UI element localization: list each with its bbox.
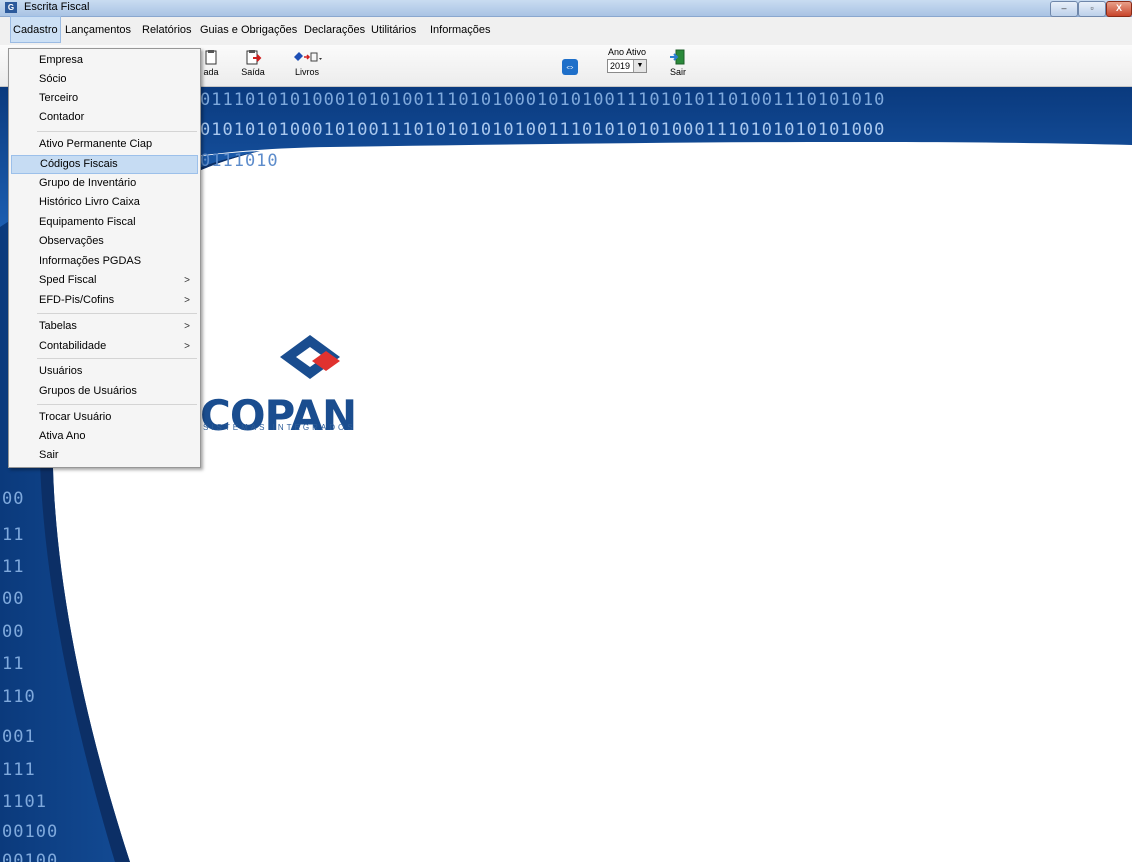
binary-left-1: 11 bbox=[2, 525, 25, 545]
livros-button[interactable]: Livros bbox=[282, 45, 332, 85]
menu-separator bbox=[37, 404, 197, 405]
menu-item-informacoes-pgdas[interactable]: Informações PGDAS bbox=[11, 252, 198, 271]
menu-item-contador[interactable]: Contador bbox=[11, 108, 198, 127]
menu-item-label: Sair bbox=[39, 449, 59, 461]
chevron-right-icon: > bbox=[184, 295, 190, 306]
ano-ativo-select[interactable]: 2019 ▼ bbox=[607, 59, 647, 73]
menu-item-equipamento-fiscal[interactable]: Equipamento Fiscal bbox=[11, 213, 198, 232]
menu-separator bbox=[37, 313, 197, 314]
binary-left-4: 00 bbox=[2, 622, 25, 642]
menu-item-label: Grupos de Usuários bbox=[39, 385, 137, 397]
menu-item-label: Sócio bbox=[39, 73, 67, 85]
menu-item-label: Contabilidade bbox=[39, 340, 107, 352]
window-title: Escrita Fiscal bbox=[24, 1, 90, 13]
ano-ativo-label: Ano Ativo bbox=[607, 47, 647, 57]
clipboard-out-icon bbox=[246, 50, 262, 65]
binary-left-2: 11 bbox=[2, 557, 25, 577]
saida-label: Saída bbox=[241, 67, 265, 77]
menu-informacoes[interactable]: Informações bbox=[428, 17, 493, 44]
menu-item-label: Trocar Usuário bbox=[39, 411, 112, 423]
menu-item-label: Códigos Fiscais bbox=[40, 158, 118, 170]
menu-item-ativa-ano[interactable]: Ativa Ano bbox=[11, 427, 198, 446]
binary-row-1: 0111010101000101010011101010001010100111… bbox=[200, 90, 886, 110]
cadastro-dropdown-menu: Empresa Sócio Terceiro Contador Ativo Pe… bbox=[8, 48, 201, 468]
menu-item-grupos-usuarios[interactable]: Grupos de Usuários bbox=[11, 382, 198, 401]
menu-item-label: Empresa bbox=[39, 54, 84, 66]
saida-button[interactable]: Saída bbox=[236, 45, 270, 85]
menu-lancamentos[interactable]: Lançamentos bbox=[63, 17, 133, 44]
close-button[interactable]: X bbox=[1106, 1, 1132, 17]
binary-left-9: 1101 bbox=[2, 792, 47, 812]
menu-item-label: Usuários bbox=[39, 365, 83, 377]
menu-utilitarios[interactable]: Utilitários bbox=[369, 17, 418, 44]
livros-label: Livros bbox=[294, 67, 319, 77]
sair-toolbar-label: Sair bbox=[669, 67, 686, 77]
menu-item-trocar-usuario[interactable]: Trocar Usuário bbox=[11, 408, 198, 427]
binary-left-7: 001 bbox=[2, 727, 36, 747]
binary-left-3: 00 bbox=[2, 589, 25, 609]
menu-item-tabelas[interactable]: Tabelas > bbox=[11, 317, 198, 336]
chevron-right-icon: > bbox=[184, 321, 190, 332]
logo-subtitle: SISTEMAS INTEGRADOS bbox=[203, 423, 356, 432]
binary-left-11: 00100 bbox=[2, 851, 59, 862]
menu-item-label: EFD-Pis/Cofins bbox=[39, 294, 115, 306]
menu-item-efd-pis-cofins[interactable]: EFD-Pis/Cofins > bbox=[11, 291, 198, 310]
menu-item-label: Sped Fiscal bbox=[39, 274, 97, 286]
binary-left-5: 11 bbox=[2, 654, 25, 674]
menu-item-label: Observações bbox=[39, 235, 104, 247]
menu-item-label: Grupo de Inventário bbox=[39, 177, 137, 189]
logo-word: COPAN bbox=[200, 391, 357, 440]
binary-left-10: 00100 bbox=[2, 822, 59, 842]
menu-item-sped-fiscal[interactable]: Sped Fiscal > bbox=[11, 271, 198, 290]
menu-item-socio[interactable]: Sócio bbox=[11, 70, 198, 89]
menu-item-label: Informações PGDAS bbox=[39, 255, 142, 267]
chevron-right-icon: > bbox=[184, 275, 190, 286]
teamviewer-icon[interactable]: ⇔ bbox=[562, 59, 578, 75]
copan-logo-mark bbox=[280, 335, 340, 379]
menu-item-label: Equipamento Fiscal bbox=[39, 216, 136, 228]
menu-cadastro[interactable]: Cadastro bbox=[10, 16, 61, 43]
app-icon: G bbox=[5, 2, 17, 13]
exit-door-icon bbox=[670, 49, 685, 65]
menu-declaracoes[interactable]: Declarações bbox=[302, 17, 367, 44]
binary-left-8: 111 bbox=[2, 760, 36, 780]
menu-separator bbox=[37, 131, 197, 132]
menu-item-label: Ativa Ano bbox=[39, 430, 86, 442]
menu-separator bbox=[37, 358, 197, 359]
chevron-down-icon[interactable]: ▼ bbox=[633, 60, 646, 72]
menu-item-codigos-fiscais[interactable]: Códigos Fiscais bbox=[11, 155, 198, 174]
binary-left-6: 110 bbox=[2, 687, 36, 707]
menu-item-observacoes[interactable]: Observações bbox=[11, 232, 198, 251]
menu-item-contabilidade[interactable]: Contabilidade > bbox=[11, 337, 198, 356]
menu-item-label: Tabelas bbox=[39, 320, 77, 332]
menu-item-label: Histórico Livro Caixa bbox=[39, 196, 140, 208]
menu-item-usuarios[interactable]: Usuários bbox=[11, 362, 198, 381]
menu-guias-obrigacoes[interactable]: Guias e Obrigações bbox=[198, 17, 299, 44]
menu-item-sair[interactable]: Sair bbox=[11, 446, 198, 465]
menu-item-grupo-inventario[interactable]: Grupo de Inventário bbox=[11, 174, 198, 193]
ano-ativo-group: Ano Ativo 2019 ▼ bbox=[597, 47, 657, 73]
books-icon bbox=[294, 52, 322, 62]
binary-left-0: 00 bbox=[2, 489, 25, 509]
menu-item-label: Contador bbox=[39, 111, 85, 123]
menu-item-ativo-permanente-ciap[interactable]: Ativo Permanente Ciap bbox=[11, 135, 198, 154]
menu-bar: Cadastro Lançamentos Relatórios Guias e … bbox=[0, 16, 1132, 45]
menu-item-label: Terceiro bbox=[39, 92, 79, 104]
binary-row-2: 0101010100010100111010101010100111010101… bbox=[200, 120, 886, 140]
chevron-right-icon: > bbox=[184, 341, 190, 352]
menu-relatorios[interactable]: Relatórios bbox=[140, 17, 194, 44]
maximize-button[interactable]: ▫ bbox=[1078, 1, 1106, 17]
binary-row-3: 0111010 bbox=[200, 151, 279, 171]
minimize-button[interactable]: – bbox=[1050, 1, 1078, 17]
sair-toolbar-button[interactable]: Sair bbox=[663, 45, 693, 85]
title-bar: G Escrita Fiscal – ▫ X bbox=[0, 0, 1132, 17]
ano-ativo-value: 2019 bbox=[610, 61, 631, 71]
menu-item-label: Ativo Permanente Ciap bbox=[39, 138, 153, 150]
menu-item-terceiro[interactable]: Terceiro bbox=[11, 89, 198, 108]
menu-item-historico-livro-caixa[interactable]: Histórico Livro Caixa bbox=[11, 193, 198, 212]
entrada-icon bbox=[205, 50, 217, 65]
menu-item-empresa[interactable]: Empresa bbox=[11, 51, 198, 70]
